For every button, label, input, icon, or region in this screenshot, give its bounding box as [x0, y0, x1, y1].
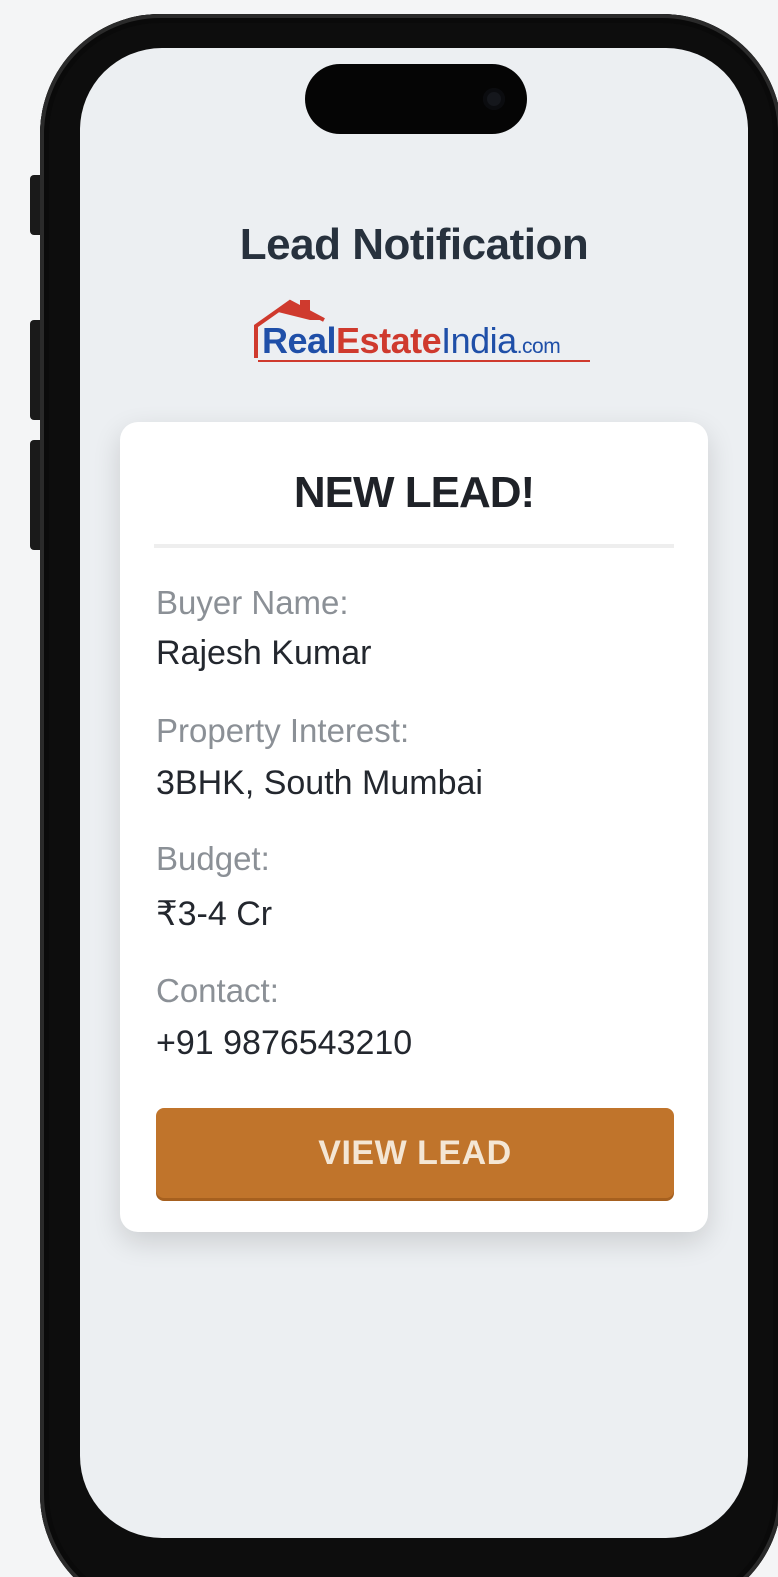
property-interest-value: 3BHK, South Mumbai [156, 764, 483, 802]
lead-card: NEW LEAD! Buyer Name: Rajesh Kumar Prope… [120, 422, 708, 1232]
phone-screen: Lead Notification RealEstateIndia.com NE… [80, 48, 748, 1538]
budget-label: Budget: [156, 840, 270, 877]
property-interest-label: Property Interest: [156, 712, 410, 749]
card-heading: NEW LEAD! [293, 468, 535, 517]
phone-mockup: Lead Notification RealEstateIndia.com NE… [0, 0, 778, 1577]
page-title: Lead Notification [239, 220, 589, 269]
view-lead-button[interactable]: VIEW LEAD [156, 1108, 674, 1198]
logo-text-real: Real [262, 320, 337, 361]
logo-text-estate: Estate [336, 320, 442, 361]
dynamic-island [305, 64, 527, 134]
logo-wordmark: RealEstateIndia.com [262, 320, 561, 362]
logo-underline [258, 360, 590, 362]
budget-value: ₹3-4 Cr [156, 895, 273, 933]
logo-text-india: India [441, 320, 517, 361]
contact-value: +91 9876543210 [156, 1024, 413, 1062]
card-divider [154, 544, 674, 548]
buyer-name-value: Rajesh Kumar [156, 634, 372, 672]
buyer-name-label: Buyer Name: [156, 584, 349, 621]
logo-text-com: .com [516, 335, 561, 358]
contact-label: Contact: [156, 972, 279, 1009]
brand-logo: RealEstateIndia.com [250, 298, 595, 368]
front-camera-icon [483, 88, 505, 110]
